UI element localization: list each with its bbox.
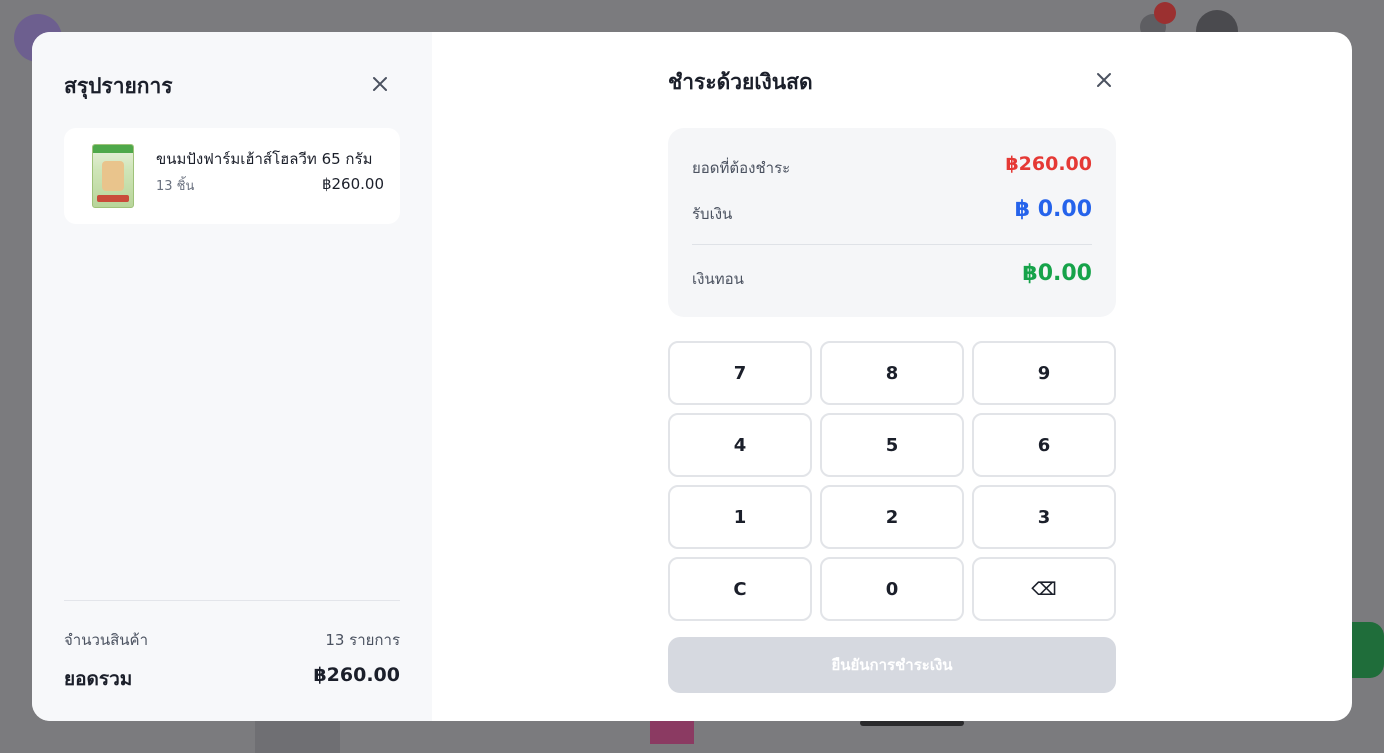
item-count-value: 13 รายการ [325,631,400,649]
total-value: ฿260.00 [313,664,400,686]
key-4[interactable]: 4 [668,413,812,477]
key-backspace[interactable]: ⌫ [972,557,1116,621]
summary-close-button[interactable] [366,70,394,98]
order-item-card: ขนมปังฟาร์มเฮ้าส์โฮลวีท 65 กรัม 13 ชิ้น … [64,128,400,224]
amount-due-value: ฿260.00 [1005,153,1092,175]
key-5[interactable]: 5 [820,413,964,477]
key-3[interactable]: 3 [972,485,1116,549]
background-panel [255,720,340,753]
amount-divider [692,244,1092,245]
key-6[interactable]: 6 [972,413,1116,477]
key-7[interactable]: 7 [668,341,812,405]
cash-payment-modal: สรุปรายการ ขนมปังฟาร์มเฮ้าส์โฮลวีท 65 กร… [32,32,1352,721]
total-label: ยอดรวม [64,668,133,690]
key-1[interactable]: 1 [668,485,812,549]
item-name: ขนมปังฟาร์มเฮ้าส์โฮลวีท 65 กรัม [156,150,373,168]
key-2[interactable]: 2 [820,485,964,549]
background-notification-badge [1154,2,1176,24]
payment-close-button[interactable] [1090,66,1118,94]
received-value: ฿ 0.00 [1014,197,1092,222]
confirm-payment-button[interactable]: ยืนยันการชำระเงิน [668,637,1116,693]
summary-title: สรุปรายการ [64,74,173,98]
key-8[interactable]: 8 [820,341,964,405]
item-count-label: จำนวนสินค้า [64,631,149,649]
backspace-icon: ⌫ [1031,578,1057,600]
payment-title: ชำระด้วยเงินสด [668,70,813,94]
key-clear[interactable]: C [668,557,812,621]
close-icon [373,77,387,91]
key-0[interactable]: 0 [820,557,964,621]
item-quantity: 13 ชิ้น [156,179,195,194]
change-label: เงินทอน [692,270,744,288]
background-tag [650,720,694,744]
numeric-keypad: 7 8 9 4 5 6 1 2 3 C 0 ⌫ [668,341,1116,621]
close-icon [1097,73,1111,87]
order-summary-panel: สรุปรายการ ขนมปังฟาร์มเฮ้าส์โฮลวีท 65 กร… [32,32,432,721]
received-label: รับเงิน [692,205,733,223]
item-price: ฿260.00 [321,175,384,193]
product-image [92,144,134,208]
cash-payment-panel: ชำระด้วยเงินสด ยอดที่ต้องชำระ ฿260.00 รั… [432,32,1352,721]
summary-divider [64,600,400,601]
change-value: ฿0.00 [1022,261,1092,286]
amount-due-label: ยอดที่ต้องชำระ [692,159,791,177]
amount-summary-box: ยอดที่ต้องชำระ ฿260.00 รับเงิน ฿ 0.00 เง… [668,128,1116,317]
key-9[interactable]: 9 [972,341,1116,405]
